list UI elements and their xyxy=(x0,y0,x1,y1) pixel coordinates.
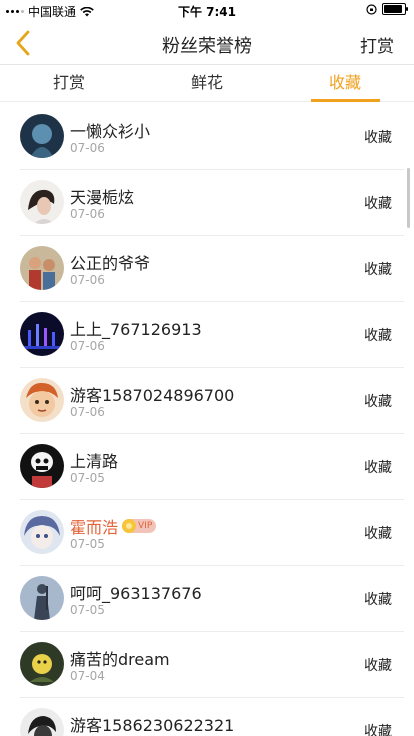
fan-name: 游客1587024896700 xyxy=(70,386,235,405)
page-title: 粉丝荣誉榜 xyxy=(162,36,252,57)
avatar xyxy=(20,510,64,554)
fan-date: 07-06 xyxy=(70,339,105,353)
fan-name: 公正的爷爷 xyxy=(70,254,151,273)
favorite-label: 收藏 xyxy=(364,592,392,608)
list-item[interactable]: 上清路 07-05 收藏 xyxy=(20,434,404,500)
fan-date: 07-06 xyxy=(70,141,105,155)
scrollbar[interactable] xyxy=(407,168,410,228)
avatar xyxy=(20,246,64,290)
favorite-label: 收藏 xyxy=(364,328,392,344)
tab-bar: 打赏 鲜花 收藏 xyxy=(0,65,414,102)
avatar xyxy=(20,180,64,224)
fan-name: 一懒众衫小 xyxy=(70,122,151,141)
avatar xyxy=(20,312,64,356)
list-item[interactable]: 上上_767126913 07-06 收藏 xyxy=(20,302,404,368)
favorite-label: 收藏 xyxy=(364,262,392,278)
list-item[interactable]: 天漫栀炫 07-06 收藏 xyxy=(20,170,404,236)
list-item[interactable]: 公正的爷爷 07-06 收藏 xyxy=(20,236,404,302)
fan-name: 霍而浩 VIP xyxy=(70,514,157,538)
favorite-label: 收藏 xyxy=(364,526,392,542)
vip-badge: VIP xyxy=(122,519,157,533)
fan-name: 痛苦的dream xyxy=(70,650,170,669)
favorite-label: 收藏 xyxy=(364,130,392,146)
avatar xyxy=(20,114,64,158)
tab-favorites[interactable]: 收藏 xyxy=(276,65,414,102)
nav-bar: 粉丝荣誉榜 打赏 xyxy=(0,22,414,65)
avatar xyxy=(20,576,64,620)
avatar xyxy=(20,378,64,422)
fan-honor-page: 中国联通 下午 7:41 粉丝荣誉榜 打赏 打赏 鲜花 收藏 一懒众衫小 07-… xyxy=(0,0,414,736)
status-right xyxy=(366,3,408,15)
fan-date: 07-06 xyxy=(70,273,105,287)
fan-date: 07-05 xyxy=(70,471,105,485)
fan-name: 天漫栀炫 xyxy=(70,188,135,207)
fan-name: 呵呵_963137676 xyxy=(70,584,202,603)
list-item[interactable]: 呵呵_963137676 07-05 收藏 xyxy=(20,566,404,632)
list-item[interactable]: 霍而浩 VIP 07-05 收藏 xyxy=(20,500,404,566)
favorite-label: 收藏 xyxy=(364,394,392,410)
fan-name: 上清路 xyxy=(70,452,119,471)
list-item[interactable]: 游客1587024896700 07-06 收藏 xyxy=(20,368,404,434)
tab-flowers[interactable]: 鲜花 xyxy=(138,65,276,101)
fan-list: 一懒众衫小 07-06 收藏 天漫栀炫 07-06 收藏 公正的爷爷 07-06… xyxy=(0,104,414,736)
favorite-label: 收藏 xyxy=(364,460,392,476)
avatar xyxy=(20,708,64,736)
favorite-label: 收藏 xyxy=(364,196,392,212)
avatar xyxy=(20,642,64,686)
fan-date: 07-04 xyxy=(70,669,105,683)
list-item[interactable]: 痛苦的dream 07-04 收藏 xyxy=(20,632,404,698)
tip-button[interactable]: 打赏 xyxy=(360,32,394,57)
status-time: 下午 7:41 xyxy=(177,5,237,19)
favorite-label: 收藏 xyxy=(364,658,392,674)
battery-icon xyxy=(382,3,408,15)
list-item[interactable]: 一懒众衫小 07-06 收藏 xyxy=(20,104,404,170)
status-bar: 中国联通 下午 7:41 xyxy=(0,0,414,22)
avatar xyxy=(20,444,64,488)
vip-coin-icon xyxy=(122,519,137,533)
fan-name: 上上_767126913 xyxy=(70,320,202,339)
favorite-label: 收藏 xyxy=(364,724,392,736)
rotation-lock-icon xyxy=(366,3,377,15)
tab-tips[interactable]: 打赏 xyxy=(0,65,138,101)
fan-date: 07-05 xyxy=(70,603,105,617)
fan-date: 07-05 xyxy=(70,537,105,551)
fan-name: 游客1586230622321 xyxy=(70,716,235,735)
list-item[interactable]: 游客1586230622321 07-03 收藏 xyxy=(20,698,404,736)
fan-date: 07-06 xyxy=(70,207,105,221)
fan-date: 07-06 xyxy=(70,405,105,419)
